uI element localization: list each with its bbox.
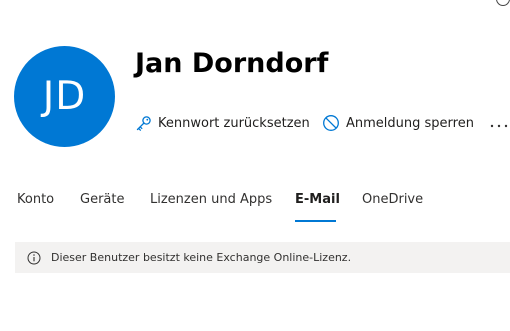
info-icon [27, 251, 41, 265]
block-sign-in-label: Anmeldung sperren [346, 115, 474, 131]
tab-lizenzen-und-apps[interactable]: Lizenzen und Apps [150, 186, 272, 220]
reset-password-label: Kennwort zurücksetzen [158, 115, 310, 131]
key-icon [134, 114, 152, 132]
scroll-indicator-icon [496, 0, 510, 6]
tab-konto[interactable]: Konto [17, 186, 54, 220]
info-message-text: Dieser Benutzer besitzt keine Exchange O… [51, 251, 352, 264]
active-tab-indicator [295, 220, 336, 222]
tab-email[interactable]: E-Mail [295, 186, 340, 220]
block-sign-in-button[interactable]: Anmeldung sperren [322, 113, 474, 133]
tab-geraete[interactable]: Geräte [80, 186, 124, 220]
avatar-initials: JD [42, 74, 87, 119]
tab-onedrive[interactable]: OneDrive [362, 186, 423, 220]
block-icon [322, 114, 340, 132]
user-display-name: Jan Dorndorf [135, 48, 329, 79]
more-actions-button[interactable] [489, 113, 509, 133]
more-ellipsis-icon [490, 114, 508, 133]
info-message-bar: Dieser Benutzer besitzt keine Exchange O… [15, 242, 510, 273]
avatar: JD [14, 46, 115, 147]
reset-password-button[interactable]: Kennwort zurücksetzen [134, 113, 310, 133]
